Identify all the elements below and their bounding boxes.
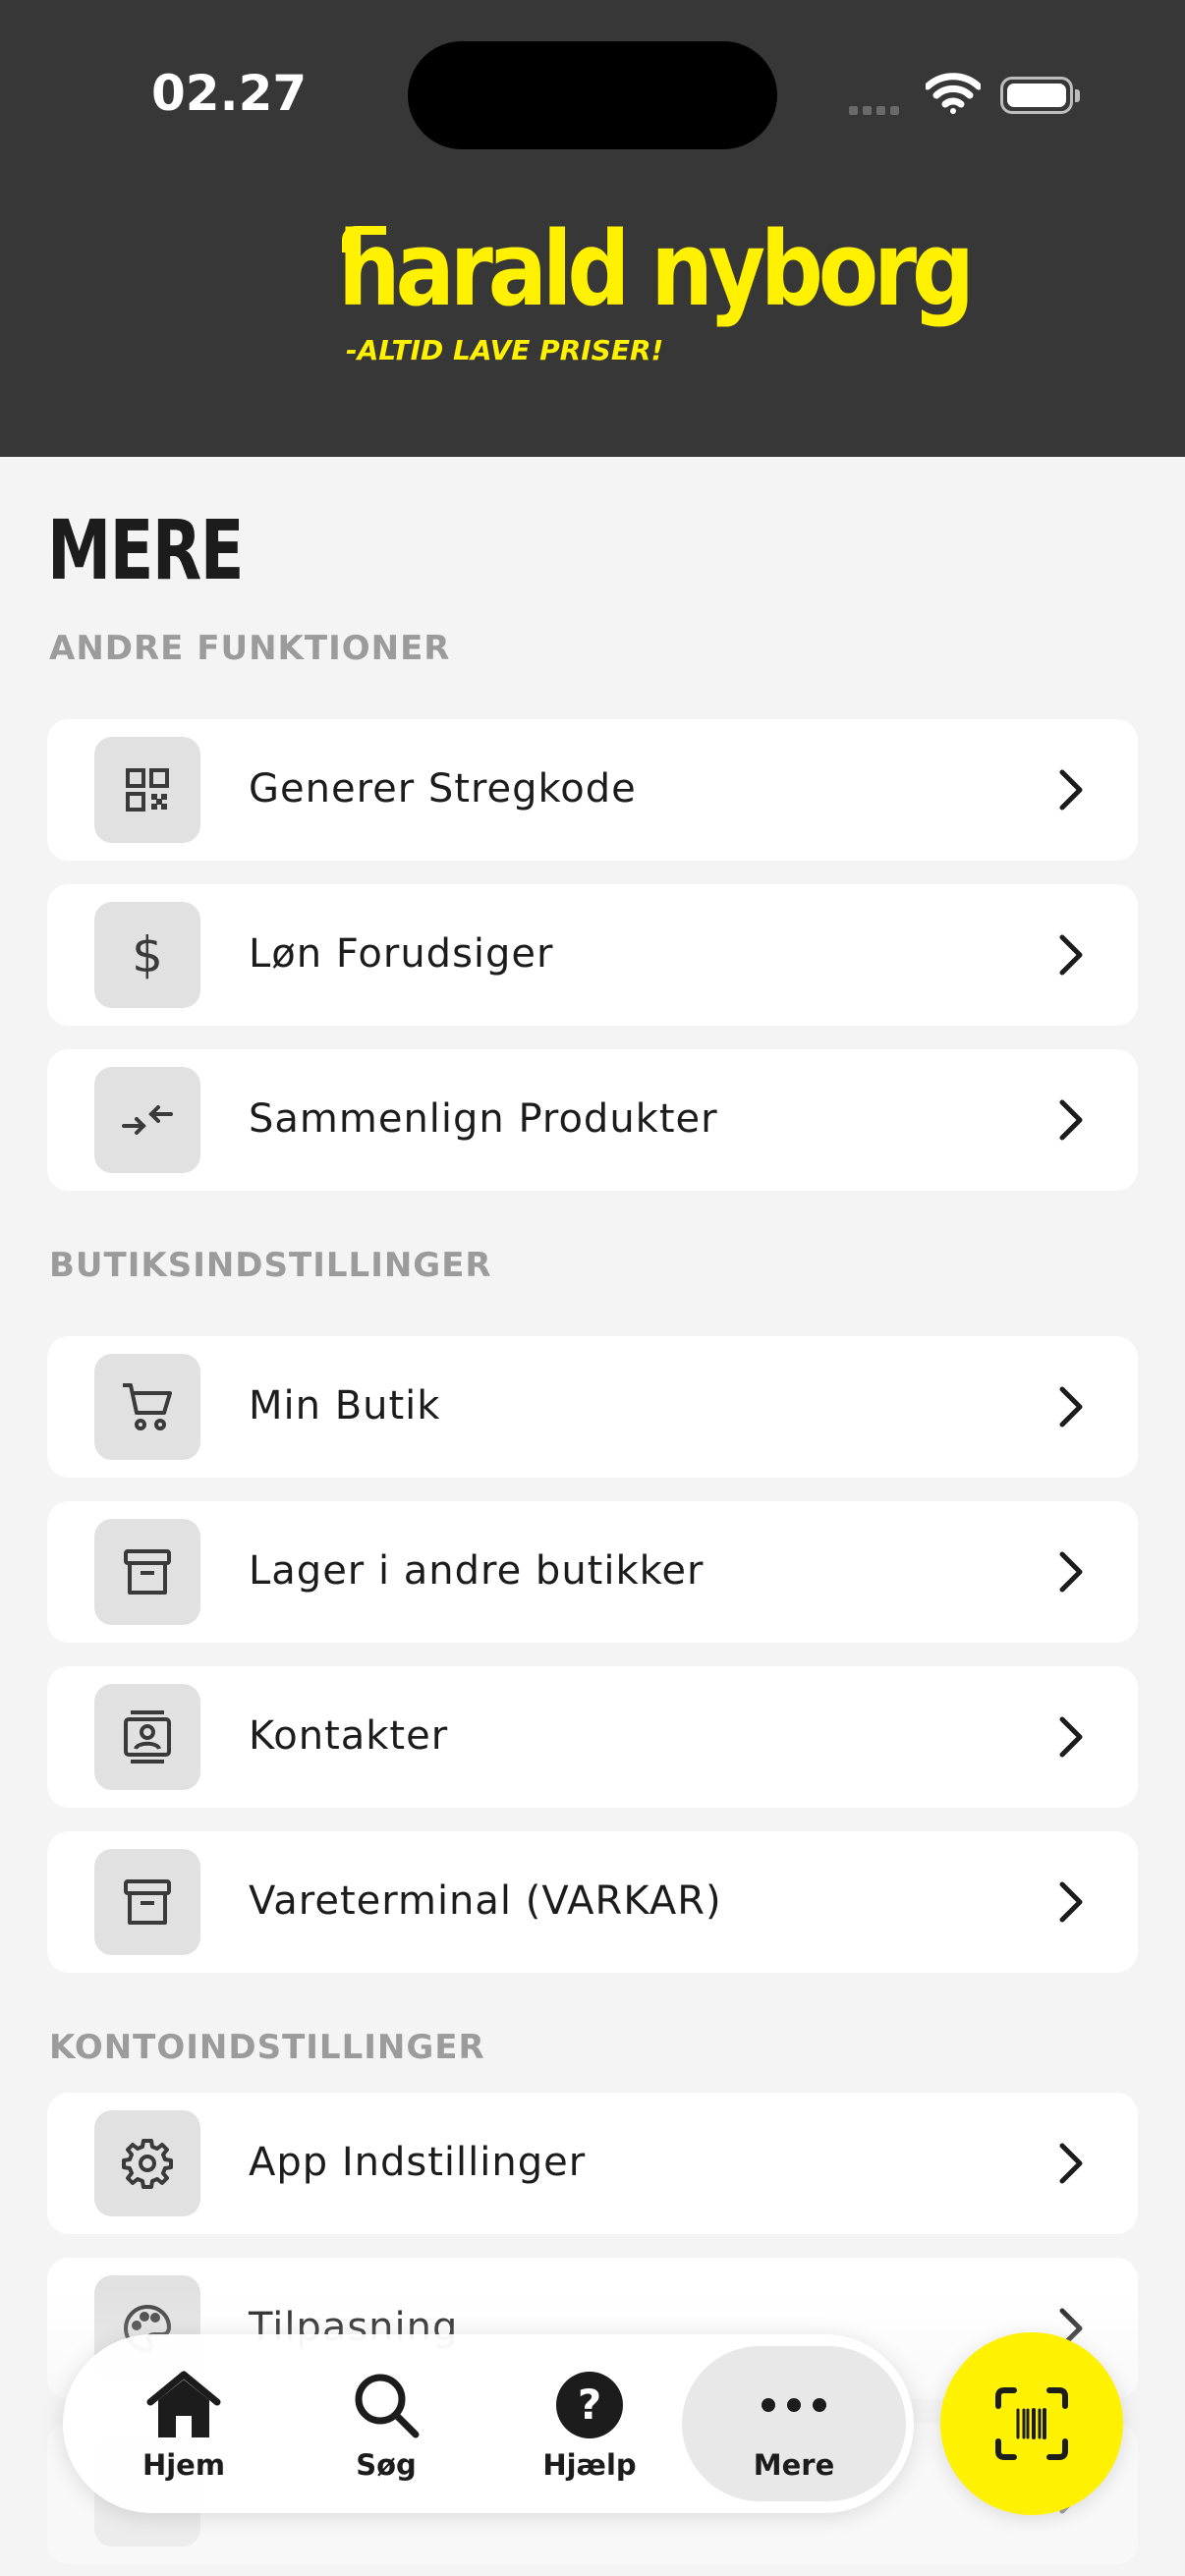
archive-box-icon [94, 1849, 200, 1955]
menu-item-label: Sammenlign Produkter [249, 1096, 718, 1142]
menu-item-label: Vareterminal (VARKAR) [249, 1878, 722, 1924]
menu-item-lager-i-andre-butikker[interactable]: Lager i andre butikker [47, 1501, 1138, 1643]
dollar-icon: $ [94, 902, 200, 1008]
chevron-right-icon [1057, 1550, 1085, 1598]
tab-label: Søg [356, 2448, 417, 2482]
menu-item-generer-stregkode[interactable]: Generer Stregkode [47, 719, 1138, 861]
cellular-signal-icon [849, 102, 904, 120]
menu-item-label: Generer Stregkode [249, 766, 637, 812]
home-icon [85, 2366, 282, 2444]
section-label-andre-funktioner: ANDRE FUNKTIONER [49, 629, 451, 668]
gear-icon [94, 2110, 200, 2216]
menu-item-kontakter[interactable]: Kontakter [47, 1666, 1138, 1808]
search-icon [288, 2366, 484, 2444]
tab-label: Hjælp [542, 2448, 637, 2482]
qr-code-icon [94, 737, 200, 843]
menu-item-label: Kontakter [249, 1713, 449, 1759]
compare-arrows-icon [94, 1067, 200, 1173]
menu-item-min-butik[interactable]: Min Butik [47, 1336, 1138, 1478]
logo-tagline: -ALTID LAVE PRISER! [346, 334, 664, 366]
contact-card-icon [94, 1684, 200, 1790]
archive-box-icon [94, 1519, 200, 1625]
tab-label: Mere [753, 2448, 835, 2482]
menu-item-label: Min Butik [249, 1383, 441, 1428]
menu-item-label: App Indstillinger [249, 2140, 587, 2185]
tab-sog[interactable]: Søg [288, 2334, 484, 2513]
tab-hjaelp[interactable]: ? Hjælp [491, 2334, 688, 2513]
svg-text:?: ? [578, 2380, 601, 2429]
barcode-scan-icon [995, 2387, 1068, 2460]
chevron-right-icon [1057, 768, 1085, 816]
battery-icon [1000, 77, 1080, 114]
menu-item-app-indstillinger[interactable]: App Indstillinger [47, 2093, 1138, 2234]
chevron-right-icon [1057, 2142, 1085, 2190]
more-icon [696, 2366, 892, 2444]
status-time: 02.27 [151, 65, 308, 122]
barcode-scan-button[interactable] [940, 2332, 1123, 2515]
brand-logo: harald nyborg -ALTID LAVE PRISER! [334, 218, 975, 375]
logo-wordmark: harald nyborg [338, 209, 975, 329]
help-icon: ? [491, 2366, 688, 2444]
wifi-icon [924, 73, 983, 119]
chevron-right-icon [1057, 1880, 1085, 1929]
section-label-kontoindstillinger: KONTOINDSTILLINGER [49, 2028, 485, 2067]
menu-item-lon-forudsiger[interactable]: $ Løn Forudsiger [47, 884, 1138, 1026]
tab-mere[interactable]: Mere [696, 2334, 892, 2513]
section-label-butiksindstillinger: BUTIKSINDSTILLINGER [49, 1246, 492, 1285]
tab-hjem[interactable]: Hjem [85, 2334, 282, 2513]
chevron-right-icon [1057, 1385, 1085, 1433]
page-title: MERE [47, 502, 244, 598]
shopping-cart-icon [94, 1354, 200, 1460]
tab-bar: Hjem Søg ? Hjælp Mere [63, 2334, 914, 2513]
tab-label: Hjem [141, 2448, 226, 2482]
menu-item-label: Lager i andre butikker [249, 1548, 705, 1594]
menu-item-sammenlign-produkter[interactable]: Sammenlign Produkter [47, 1049, 1138, 1191]
dynamic-island [408, 41, 777, 149]
chevron-right-icon [1057, 933, 1085, 981]
menu-item-label: Løn Forudsiger [249, 931, 554, 977]
chevron-right-icon [1057, 1098, 1085, 1147]
menu-item-vareterminal[interactable]: Vareterminal (VARKAR) [47, 1831, 1138, 1973]
app-header: 02.27 harald nyborg -ALTID LAVE PRISER! [0, 0, 1185, 457]
chevron-right-icon [1057, 1715, 1085, 1764]
